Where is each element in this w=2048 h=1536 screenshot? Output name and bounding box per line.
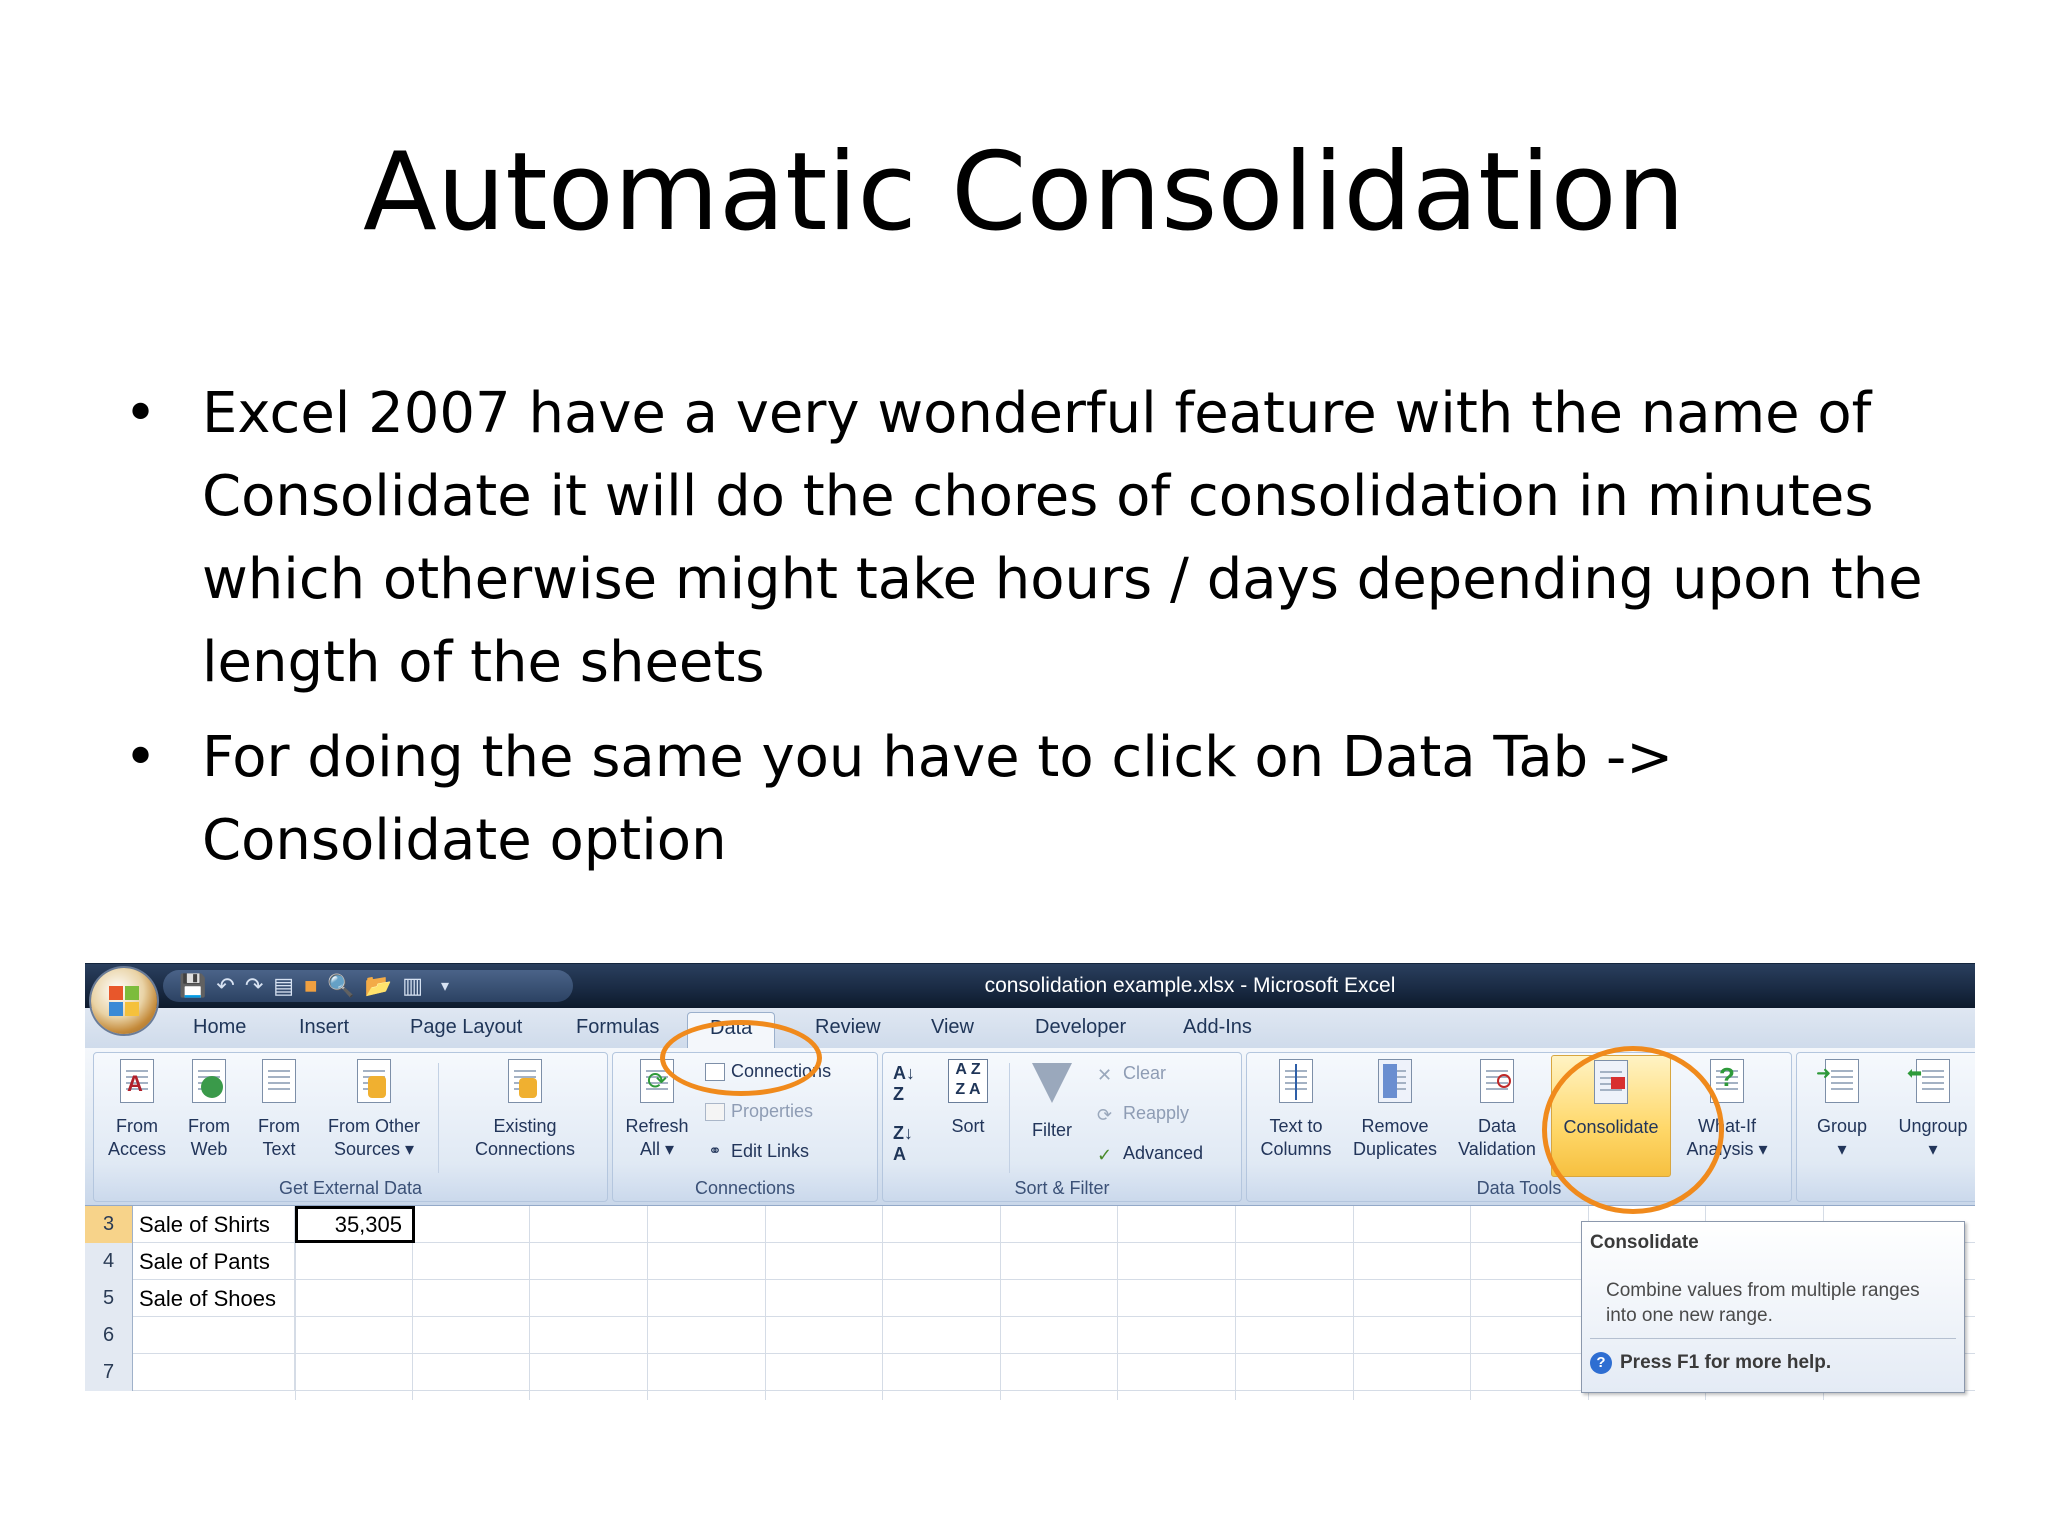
tooltip-help: ? Press F1 for more help. [1590, 1352, 1831, 1374]
from-access-button[interactable]: A From Access [102, 1059, 172, 1161]
text-file-icon [262, 1059, 296, 1103]
tab-home[interactable]: Home [193, 1016, 246, 1039]
cell-label[interactable] [133, 1317, 295, 1354]
properties-icon [705, 1103, 725, 1122]
web-icon [192, 1059, 226, 1103]
cell-label[interactable]: Sale of Shirts [133, 1206, 295, 1243]
help-icon: ? [1590, 1352, 1612, 1374]
bullet-glyph: • [124, 381, 158, 446]
ungroup-button[interactable]: ⬅ Ungroup ▾ [1885, 1059, 1975, 1161]
consolidate-highlight [1542, 1046, 1724, 1214]
sort-z-a-icon[interactable]: Z↓ A [893, 1123, 913, 1165]
text-to-columns-icon [1279, 1059, 1313, 1103]
slide-title: Automatic Consolidation [362, 130, 1686, 255]
sort-button[interactable]: A ZZ A Sort [933, 1059, 1003, 1138]
group-label: Get External Data [278, 1178, 423, 1198]
row-header[interactable]: 6 [85, 1317, 133, 1354]
properties-button[interactable]: Properties [705, 1101, 813, 1122]
tab-insert[interactable]: Insert [299, 1016, 349, 1039]
tooltip-divider [1590, 1338, 1956, 1339]
data-validation-button[interactable]: Data Validation [1449, 1059, 1545, 1161]
existing-connections-button[interactable]: Existing Connections [450, 1059, 600, 1161]
group-get-external-data: A From Access From Web From Text From Ot… [93, 1052, 608, 1202]
from-other-sources-button[interactable]: From Other Sources ▾ [316, 1059, 432, 1161]
bullet-item: • Excel 2007 have a very wonderful featu… [118, 372, 1978, 704]
office-logo-icon [109, 986, 139, 1016]
remove-duplicates-icon [1378, 1059, 1412, 1103]
bullet-text: Excel 2007 have a very wonderful feature… [202, 381, 1923, 695]
row-header[interactable]: 5 [85, 1280, 133, 1317]
consolidate-tooltip: Consolidate Combine values from multiple… [1581, 1221, 1965, 1393]
office-button[interactable] [91, 968, 157, 1034]
row-header[interactable]: 4 [85, 1243, 133, 1280]
tab-formulas[interactable]: Formulas [576, 1016, 659, 1039]
row-header[interactable]: 7 [85, 1354, 133, 1391]
ungroup-icon: ⬅ [1907, 1059, 1950, 1103]
data-tab-highlight [660, 1020, 822, 1096]
reapply-icon: ⟳ [1097, 1105, 1113, 1126]
group-label: Data Tools [1476, 1178, 1562, 1198]
remove-duplicates-button[interactable]: Remove Duplicates [1343, 1059, 1447, 1161]
cell-label[interactable]: Sale of Shoes [133, 1280, 295, 1317]
tooltip-body: Combine values from multiple ranges into… [1606, 1280, 1920, 1326]
active-cell[interactable]: 35,305 [295, 1206, 415, 1243]
advanced-button[interactable]: ✓ Advanced [1097, 1143, 1203, 1166]
reapply-button[interactable]: ⟳ Reapply [1097, 1103, 1189, 1126]
database-icon [357, 1059, 391, 1103]
tab-review[interactable]: Review [815, 1016, 881, 1039]
group-sort-filter: A↓ Z Z↓ A A ZZ A Sort Filter ✕ Clear ⟳ Reapp… [882, 1052, 1242, 1202]
from-text-button[interactable]: From Text [246, 1059, 312, 1161]
excel-window: 💾 ↶ ↷ ▤ ■ 🔍 📂 ▥ ▾ consolidation example.… [85, 963, 1975, 1400]
bullet-text: For doing the same you have to click on … [202, 725, 1674, 873]
group-icon: ➜ [1816, 1059, 1859, 1103]
link-icon: ⚭ [708, 1143, 722, 1161]
group-button[interactable]: ➜ Group ▾ [1807, 1059, 1877, 1161]
sort-a-z-icon[interactable]: A↓ Z [893, 1063, 915, 1105]
row-header[interactable]: 3 [85, 1206, 133, 1243]
filter-button[interactable]: Filter [1017, 1059, 1087, 1142]
ribbon-tabs: Home Insert Page Layout Formulas Data Re… [85, 1008, 1975, 1048]
bullet-item: • For doing the same you have to click o… [118, 716, 1978, 882]
group-label: Sort & Filter [1014, 1178, 1110, 1198]
data-validation-icon [1480, 1059, 1514, 1103]
bullet-glyph: • [124, 725, 158, 790]
cell-label[interactable]: Sale of Pants [133, 1243, 295, 1280]
tab-page-layout[interactable]: Page Layout [410, 1016, 522, 1039]
title-bar: 💾 ↶ ↷ ▤ ■ 🔍 📂 ▥ ▾ consolidation example.… [85, 964, 1975, 1008]
group-label: Connections [694, 1178, 796, 1198]
bullet-list: • Excel 2007 have a very wonderful featu… [118, 372, 1978, 894]
tab-view[interactable]: View [931, 1016, 974, 1039]
window-title: consolidation example.xlsx - Microsoft E… [984, 974, 1396, 997]
clear-filter-icon: ✕ [1097, 1065, 1113, 1086]
sort-dialog-icon: A ZZ A [948, 1059, 988, 1103]
tooltip-title: Consolidate [1590, 1232, 1699, 1253]
edit-links-button[interactable]: ⚭ Edit Links [705, 1141, 809, 1162]
cell-label[interactable] [133, 1354, 295, 1391]
access-icon: A [120, 1059, 154, 1103]
clear-button[interactable]: ✕ Clear [1097, 1063, 1166, 1086]
tab-developer[interactable]: Developer [1035, 1016, 1126, 1039]
group-outline: ➜ Group ▾ ⬅ Ungroup ▾ [1796, 1052, 1975, 1202]
advanced-filter-icon: ✓ [1097, 1145, 1113, 1166]
text-to-columns-button[interactable]: Text to Columns [1251, 1059, 1341, 1161]
tab-add-ins[interactable]: Add-Ins [1183, 1016, 1252, 1039]
funnel-icon [1032, 1063, 1072, 1103]
from-web-button[interactable]: From Web [176, 1059, 242, 1161]
connections-file-icon [508, 1059, 542, 1103]
